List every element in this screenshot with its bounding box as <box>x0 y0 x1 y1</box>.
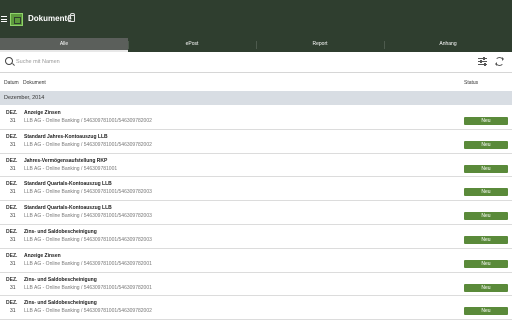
status-badge: Neu <box>464 259 508 268</box>
row-title: Zins- und Saldobescheinigung <box>24 300 97 307</box>
row-subtitle: LLB AG - Online Banking / 546309781001/5… <box>24 308 152 315</box>
status-badge: Neu <box>464 117 508 125</box>
row-subtitle: LLB AG - Online Banking / 546309781001/5… <box>24 284 152 291</box>
row-day: 31 <box>10 260 16 267</box>
row-month: DEZ. <box>6 205 18 212</box>
row-day: 31 <box>10 284 16 291</box>
row-subtitle: LLB AG - Online Banking / 546309781001/5… <box>24 141 152 148</box>
column-document[interactable]: Dokument <box>23 80 46 86</box>
row-subtitle: LLB AG - Online Banking / 546309781001 <box>24 165 118 172</box>
search-bar <box>0 52 512 73</box>
section-label: Dezember, 2014 <box>4 95 45 101</box>
refresh-icon[interactable] <box>495 57 504 66</box>
hamburger-icon[interactable] <box>1 16 7 22</box>
list-item[interactable]: DEZ. 31 Zins- und Saldobescheinigung LLB… <box>0 296 512 320</box>
status-badge: Neu <box>464 140 508 149</box>
app-logo-icon <box>10 13 23 26</box>
tab-anhang[interactable]: Anhang <box>384 38 512 52</box>
column-status[interactable]: Status <box>464 80 478 86</box>
list-item[interactable]: DEZ. 31 Standard Jahres-Kontoauszug LLB … <box>0 130 512 154</box>
filter-icon[interactable] <box>478 57 487 66</box>
row-subtitle: LLB AG - Online Banking / 546309781001/5… <box>24 118 152 124</box>
row-title: Anzeige Zinsen <box>24 110 61 116</box>
row-title: Standard Quartals-Kontoauszug LLB <box>24 181 112 188</box>
list-item[interactable]: DEZ. 31 Standard Quartals-Kontoauszug LL… <box>0 177 512 202</box>
list-item[interactable]: DEZ. 31 Zins- und Saldobescheinigung LLB… <box>0 273 512 297</box>
status-badge: Neu <box>464 188 508 197</box>
status-badge: Neu <box>464 164 508 173</box>
tab-bar: Alle ePost Report Anhang <box>0 38 512 52</box>
list-item[interactable]: DEZ. 31 Standard Quartals-Kontoauszug LL… <box>0 201 512 225</box>
row-subtitle: LLB AG - Online Banking / 546309781001/5… <box>24 213 152 220</box>
row-title: Standard Jahres-Kontoauszug LLB <box>24 133 108 140</box>
row-subtitle: LLB AG - Online Banking / 546309781001/5… <box>24 236 152 243</box>
list-item[interactable]: DEZ. 31 Anzeige Zinsen LLB AG - Online B… <box>0 106 512 130</box>
search-icon <box>5 57 13 65</box>
row-title: Standard Quartals-Kontoauszug LLB <box>24 205 112 212</box>
row-month: DEZ. <box>6 157 18 164</box>
row-day: 31 <box>10 118 16 124</box>
row-month: DEZ. <box>6 181 18 188</box>
list-item[interactable]: DEZ. 31 Zins- und Saldobescheinigung LLB… <box>0 225 512 249</box>
search-input[interactable] <box>16 57 416 67</box>
app-bar: Dokumente <box>0 0 512 38</box>
row-title: Anzeige Zinsen <box>24 252 61 259</box>
app-title: Dokumente <box>28 14 72 23</box>
row-subtitle: LLB AG - Online Banking / 546309781001/5… <box>24 260 152 267</box>
row-month: DEZ. <box>6 133 18 140</box>
status-badge: Neu <box>464 235 508 244</box>
column-date[interactable]: Datum <box>4 80 19 86</box>
row-day: 31 <box>10 213 16 220</box>
tab-epost[interactable]: ePost <box>128 38 256 52</box>
document-list: DEZ. 31 Anzeige Zinsen LLB AG - Online B… <box>0 106 512 320</box>
row-day: 31 <box>10 141 16 148</box>
tab-report[interactable]: Report <box>256 38 384 52</box>
status-badge: Neu <box>464 283 508 292</box>
row-month: DEZ. <box>6 300 18 307</box>
row-day: 31 <box>10 308 16 315</box>
section-header: Dezember, 2014 <box>0 91 512 105</box>
row-title: Zins- und Saldobescheinigung <box>24 228 97 235</box>
tab-alle[interactable]: Alle <box>0 38 128 52</box>
list-item[interactable]: DEZ. 31 Jahres-Vermögensaufstellung RKP … <box>0 154 512 178</box>
row-month: DEZ. <box>6 228 18 235</box>
row-subtitle: LLB AG - Online Banking / 546309781001/5… <box>24 189 152 196</box>
row-title: Jahres-Vermögensaufstellung RKP <box>24 157 108 164</box>
column-header: Datum Dokument Status <box>0 77 512 89</box>
row-day: 31 <box>10 189 16 196</box>
row-month: DEZ. <box>6 276 18 283</box>
row-month: DEZ. <box>6 252 18 259</box>
row-day: 31 <box>10 165 16 172</box>
row-title: Zins- und Saldobescheinigung <box>24 276 97 283</box>
lock-icon[interactable] <box>68 13 75 22</box>
row-day: 31 <box>10 236 16 243</box>
status-badge: Neu <box>464 212 508 221</box>
row-month: DEZ. <box>6 110 18 116</box>
list-item[interactable]: DEZ. 31 Anzeige Zinsen LLB AG - Online B… <box>0 249 512 273</box>
status-badge: Neu <box>464 307 508 316</box>
